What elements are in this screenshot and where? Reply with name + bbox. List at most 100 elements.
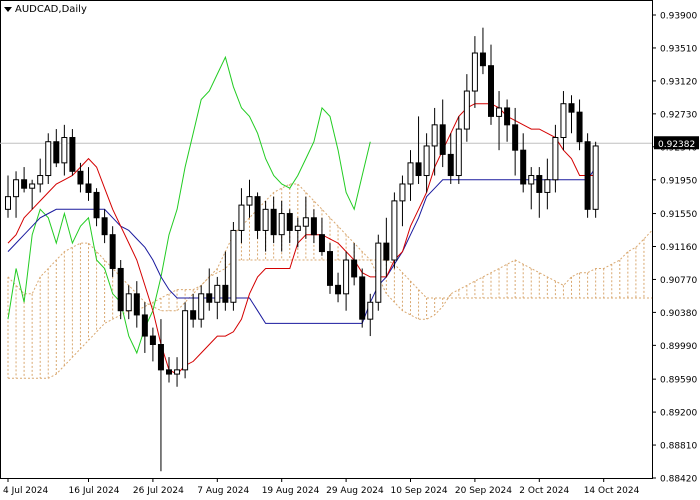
- x-tick-label: 10 Sep 2024: [391, 486, 448, 496]
- candle: [520, 133, 527, 193]
- candle-body: [133, 293, 140, 316]
- candle-body: [359, 276, 366, 320]
- candle: [423, 133, 430, 193]
- candle-body: [61, 137, 68, 164]
- tenkan-sen-line: [7, 103, 596, 375]
- candle: [415, 116, 422, 184]
- candle: [479, 27, 486, 75]
- candle: [141, 302, 148, 353]
- candle-body: [77, 170, 84, 185]
- candle: [101, 209, 108, 244]
- candle: [544, 158, 551, 210]
- candle: [592, 141, 599, 218]
- x-tick-label: 7 Aug 2024: [197, 486, 249, 496]
- candle: [471, 36, 478, 108]
- candle-body: [166, 369, 172, 375]
- candle-body: [5, 196, 11, 210]
- candle: [182, 302, 189, 379]
- plot-frame: [0, 0, 653, 479]
- candle: [21, 167, 28, 193]
- x-tick-label: 16 Jul 2024: [69, 486, 120, 496]
- candle: [29, 179, 36, 210]
- candle-body: [407, 162, 414, 185]
- candle-body: [431, 124, 438, 147]
- candle-body: [222, 284, 229, 303]
- candle: [399, 175, 406, 227]
- candle: [343, 251, 350, 311]
- candle-body: [576, 111, 583, 143]
- candle-body: [367, 301, 374, 320]
- candle-body: [439, 124, 446, 155]
- candle: [254, 192, 261, 239]
- x-tick-label: 4 Jul 2024: [3, 486, 48, 496]
- candle: [359, 268, 366, 328]
- candle-body: [198, 293, 205, 320]
- candle-body: [125, 293, 132, 312]
- candle: [174, 357, 181, 387]
- candle-body: [471, 52, 478, 92]
- candle: [93, 188, 100, 227]
- candle-body: [383, 242, 390, 261]
- candle-body: [141, 314, 148, 337]
- candle: [560, 91, 567, 151]
- candle-body: [230, 229, 237, 303]
- x-tick-label: 29 Aug 2024: [326, 486, 384, 496]
- candle-body: [415, 162, 422, 177]
- candle: [190, 293, 197, 328]
- candle-body: [327, 251, 333, 286]
- candle: [391, 192, 398, 269]
- candle-body: [479, 52, 486, 67]
- candle: [77, 162, 84, 193]
- x-tick-label: 26 Jul 2024: [133, 486, 184, 496]
- candle: [407, 150, 414, 201]
- candle-body: [45, 141, 52, 177]
- candle-body: [512, 124, 519, 151]
- candle: [149, 327, 156, 362]
- candle: [568, 95, 575, 134]
- candle-body: [13, 179, 20, 198]
- candle-body: [286, 213, 293, 231]
- candle-body: [447, 153, 454, 177]
- x-tick-label: 19 Aug 2024: [262, 486, 320, 496]
- candle: [270, 196, 277, 244]
- y-tick-label: 0.93510: [660, 44, 697, 54]
- current-price-label: 0.92382: [658, 140, 695, 150]
- candle: [302, 196, 309, 239]
- candle-body: [310, 217, 317, 236]
- candle: [117, 260, 124, 320]
- candle-body: [335, 284, 342, 295]
- candle-body: [37, 175, 44, 185]
- candle: [125, 285, 132, 320]
- candle: [133, 281, 140, 328]
- candle-body: [488, 65, 494, 117]
- candle: [166, 357, 172, 383]
- candle: [45, 133, 52, 184]
- candle-body: [262, 208, 269, 231]
- candle: [431, 107, 438, 176]
- candle-body: [246, 196, 253, 206]
- candle-body: [560, 103, 567, 139]
- candle: [463, 74, 470, 142]
- candle-body: [238, 204, 245, 231]
- candle: [230, 221, 237, 311]
- y-axis: 0.939000.935100.931200.927300.923400.919…: [652, 12, 697, 485]
- candle-body: [254, 196, 261, 231]
- candle: [246, 179, 253, 218]
- candle-body: [53, 141, 60, 164]
- candle: [69, 129, 76, 176]
- candle: [262, 200, 269, 252]
- candlestick-chart: 0.939000.935100.931200.927300.923400.919…: [0, 0, 699, 496]
- candle-body: [584, 141, 591, 210]
- candle-body: [93, 191, 100, 219]
- candle-body: [568, 103, 575, 113]
- candle-body: [592, 145, 599, 210]
- y-tick-label: 0.91550: [660, 210, 697, 220]
- y-tick-label: 0.89990: [660, 342, 697, 352]
- candle-body: [182, 310, 189, 371]
- candle-body: [85, 183, 92, 193]
- candle: [335, 272, 342, 303]
- y-tick-label: 0.90770: [660, 276, 697, 286]
- candle-body: [375, 242, 382, 303]
- x-tick-label: 20 Sep 2024: [455, 486, 512, 496]
- x-tick-label: 14 Oct 2024: [584, 486, 640, 496]
